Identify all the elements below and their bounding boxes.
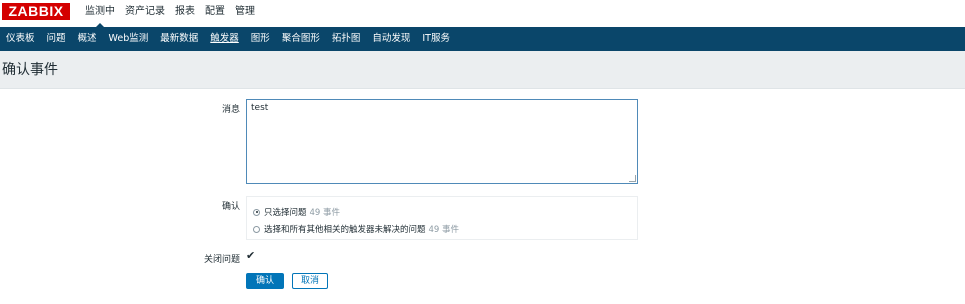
main-menu-administration[interactable]: 管理 bbox=[230, 0, 260, 27]
main-menu-monitoring[interactable]: 监测中 bbox=[80, 0, 120, 28]
acknowledge-button[interactable]: 确认 bbox=[246, 273, 284, 289]
sub-menu-triggers[interactable]: 触发器 bbox=[204, 27, 245, 51]
cancel-button[interactable]: 取消 bbox=[292, 273, 328, 289]
top-bar: ZABBIX 监测中 资产记录 报表 配置 管理 bbox=[0, 0, 965, 28]
page-title: 确认事件 bbox=[2, 62, 58, 78]
ack-option-label: 只选择问题 bbox=[264, 208, 307, 218]
sub-menu: 仪表板 问题 概述 Web监测 最新数据 触发器 图形 聚合图形 拓扑图 自动发… bbox=[0, 27, 965, 51]
ack-option-label: 选择和所有其他相关的触发器未解决的问题 bbox=[264, 225, 426, 235]
ack-options-group: 只选择问题 49 事件 选择和所有其他相关的触发器未解决的问题 49 事件 bbox=[246, 196, 638, 240]
sub-menu-graphs[interactable]: 图形 bbox=[245, 27, 276, 51]
ack-option-selected-problem[interactable]: 只选择问题 49 事件 bbox=[253, 206, 340, 218]
sub-menu-maps[interactable]: 拓扑图 bbox=[326, 27, 367, 51]
zabbix-logo[interactable]: ZABBIX bbox=[2, 3, 70, 20]
message-label: 消息 bbox=[221, 105, 240, 115]
sub-menu-discovery[interactable]: 自动发现 bbox=[366, 27, 416, 51]
main-menu: 监测中 资产记录 报表 配置 管理 bbox=[80, 0, 260, 28]
radio-unselected-icon[interactable] bbox=[253, 225, 260, 233]
sub-menu-latest-data[interactable]: 最新数据 bbox=[154, 27, 204, 51]
message-text: test bbox=[251, 103, 269, 113]
page-header: 确认事件 bbox=[0, 51, 965, 89]
close-problem-checkbox[interactable]: ✔ bbox=[246, 250, 256, 261]
ack-option-count: 49 事件 bbox=[428, 225, 460, 235]
main-menu-inventory[interactable]: 资产记录 bbox=[120, 0, 170, 27]
radio-selected-icon[interactable] bbox=[253, 208, 260, 216]
sub-menu-problems[interactable]: 问题 bbox=[41, 27, 72, 51]
ack-label: 确认 bbox=[221, 202, 240, 212]
ack-option-count: 49 事件 bbox=[309, 208, 341, 218]
sub-menu-overview[interactable]: 概述 bbox=[72, 27, 103, 51]
main-menu-reports[interactable]: 报表 bbox=[170, 0, 200, 27]
close-problem-label: 关闭问题 bbox=[203, 255, 240, 265]
ack-option-all-related[interactable]: 选择和所有其他相关的触发器未解决的问题 49 事件 bbox=[253, 223, 459, 235]
sub-menu-web[interactable]: Web监测 bbox=[103, 27, 155, 51]
message-textarea[interactable]: test bbox=[246, 99, 638, 184]
main-menu-configuration[interactable]: 配置 bbox=[200, 0, 230, 27]
sub-menu-it-services[interactable]: IT服务 bbox=[416, 27, 456, 51]
sub-menu-screens[interactable]: 聚合图形 bbox=[276, 27, 326, 51]
sub-menu-dashboard[interactable]: 仪表板 bbox=[0, 27, 41, 51]
resize-handle-icon[interactable] bbox=[629, 175, 636, 182]
